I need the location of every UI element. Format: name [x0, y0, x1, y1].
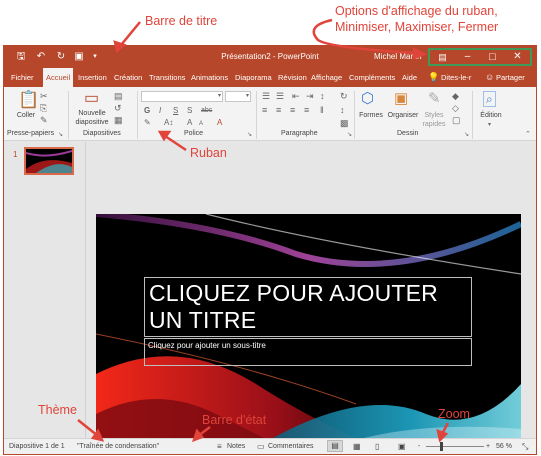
- annotation-arrows: [77, 18, 450, 443]
- tutorial-screenshot: Barre de titre Options d'affichage du ru…: [0, 0, 541, 456]
